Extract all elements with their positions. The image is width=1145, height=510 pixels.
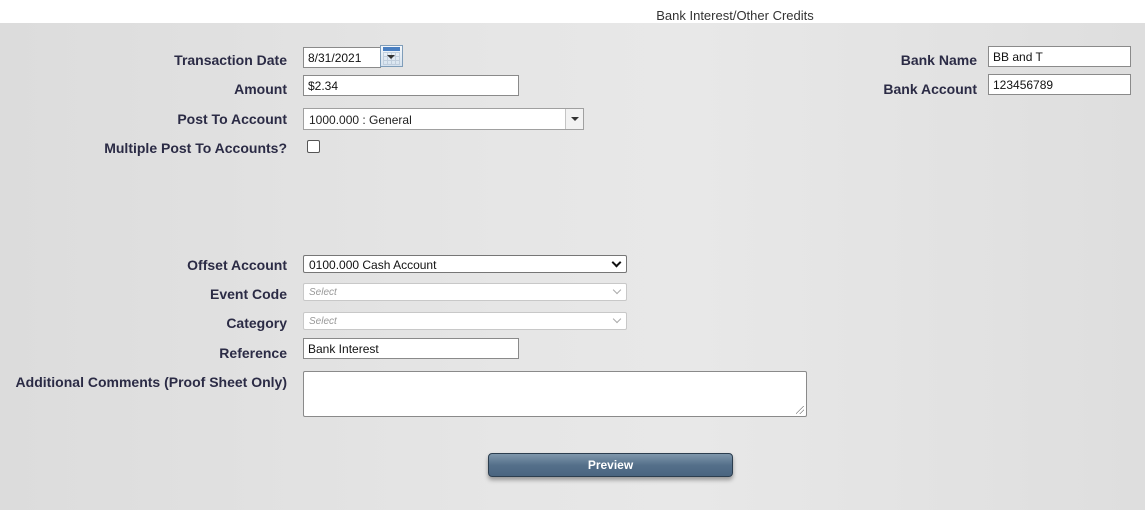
chevron-down-icon <box>611 257 622 268</box>
amount-label: Amount <box>234 81 287 97</box>
bank-account-input[interactable] <box>988 74 1131 95</box>
post-to-account-value: 1000.000 : General <box>309 113 412 127</box>
bank-name-input[interactable] <box>988 46 1131 67</box>
category-label: Category <box>226 315 287 331</box>
offset-account-select[interactable]: 0100.000 Cash Account <box>303 255 627 273</box>
calendar-header <box>383 47 400 51</box>
event-code-label: Event Code <box>209 286 287 302</box>
multiple-post-label: Multiple Post To Accounts? <box>104 140 287 156</box>
multiple-post-checkbox[interactable] <box>307 140 320 153</box>
date-picker-button[interactable] <box>380 45 403 67</box>
title-bar: Bank Interest/Other Credits <box>0 0 1145 23</box>
bank-account-label: Bank Account <box>883 81 977 97</box>
chevron-down-icon <box>612 285 622 295</box>
offset-account-value: 0100.000 Cash Account <box>309 258 437 272</box>
bank-name-label: Bank Name <box>900 52 977 68</box>
category-placeholder: Select <box>309 316 337 327</box>
event-code-placeholder: Select <box>309 287 337 298</box>
transaction-date-label: Transaction Date <box>174 52 287 68</box>
resize-handle-icon[interactable] <box>796 406 804 414</box>
additional-comments-label: Additional Comments (Proof Sheet Only) <box>15 374 287 390</box>
post-to-account-combobox[interactable]: 1000.000 : General <box>303 108 584 130</box>
reference-input[interactable] <box>303 338 519 359</box>
amount-input[interactable] <box>303 75 519 96</box>
chevron-down-icon <box>612 314 622 324</box>
event-code-select[interactable]: Select <box>303 283 627 301</box>
chevron-down-icon <box>571 117 579 121</box>
transaction-date-input[interactable] <box>303 47 381 68</box>
post-to-account-label: Post To Account <box>177 111 287 127</box>
offset-account-label: Offset Account <box>187 257 287 273</box>
additional-comments-textarea[interactable] <box>303 371 807 417</box>
dropdown-arrow-icon <box>387 55 395 59</box>
post-to-account-dropdown-button[interactable] <box>565 109 583 129</box>
category-select[interactable]: Select <box>303 312 627 330</box>
preview-button[interactable]: Preview <box>488 453 733 477</box>
page-title: Bank Interest/Other Credits <box>656 8 814 23</box>
reference-label: Reference <box>219 345 287 361</box>
